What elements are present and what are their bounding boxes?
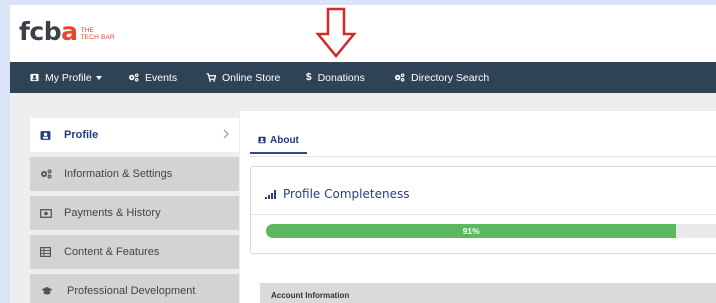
app-frame: fcba THE TECH BAR My Profile Events Onli… [10,5,716,303]
user-icon [30,73,39,82]
dollar-icon: $ [306,72,312,83]
progress-fill: 91% [266,224,677,238]
content-area: Profile Information & Settings Payments … [10,93,716,303]
chevron-right-icon [223,129,229,142]
sidebar-item-content-features[interactable]: Content & Features [30,235,239,269]
main-nav: My Profile Events Online Store $ Donatio… [10,62,716,93]
down-arrow-annotation-icon [314,7,358,64]
profile-panel: About Profile Completeness 91% Account I [240,111,716,303]
sidebar-item-label: Profile [64,129,99,141]
sidebar-item-payments-history[interactable]: Payments & History [30,196,239,230]
progress-label: 91% [462,226,480,236]
sidebar-item-label: Information & Settings [64,168,173,180]
fcba-logo[interactable]: fcba THE TECH BAR [19,17,115,46]
nav-my-profile[interactable]: My Profile [30,62,102,93]
graduation-cap-icon [41,286,53,296]
tab-about[interactable]: About [250,128,307,154]
card-title: Profile Completeness [265,187,409,201]
nav-donations[interactable]: $ Donations [306,62,365,93]
cart-icon [206,73,216,82]
sidebar-item-label: Payments & History [64,207,161,219]
logo-tagline: THE TECH BAR [80,27,115,41]
sidebar-item-label: Content & Features [64,246,160,258]
nav-directory-search[interactable]: Directory Search [394,62,489,93]
table-icon [40,247,52,257]
money-icon [40,208,52,218]
sidebar-item-professional-development[interactable]: Professional Development [30,274,239,303]
profile-completeness-card: Profile Completeness 91% [250,166,716,254]
sidebar-item-profile[interactable]: Profile [30,118,239,152]
sidebar-item-information-settings[interactable]: Information & Settings [30,157,239,191]
nav-online-store[interactable]: Online Store [206,62,280,93]
signal-bars-icon [265,189,277,199]
cogs-icon [394,73,405,82]
logo-wordmark: fcba [19,17,78,46]
profile-completeness-progress: 91% [266,224,716,238]
tab-divider [250,156,716,157]
user-icon [40,130,52,141]
card-divider [251,214,716,215]
header: fcba THE TECH BAR [10,5,716,62]
user-icon [258,136,266,144]
sidebar-item-label: Professional Development [67,285,196,297]
chevron-down-icon [95,75,102,80]
nav-events[interactable]: Events [128,62,177,93]
account-information-header: Account Information [260,283,716,303]
cogs-icon [128,73,139,82]
cogs-icon [40,169,52,179]
